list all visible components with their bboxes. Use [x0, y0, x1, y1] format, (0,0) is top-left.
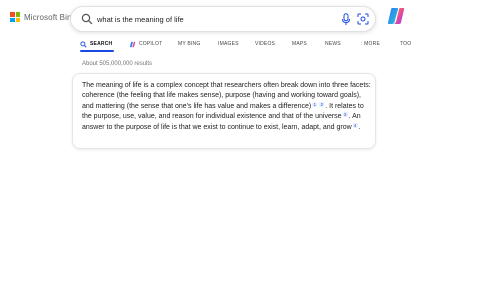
tab-maps[interactable]: MAPS: [292, 38, 307, 50]
answer-text: The meaning of life is a complex concept…: [82, 81, 372, 133]
search-icon[interactable]: [81, 13, 93, 25]
tab-label: TOO: [400, 41, 412, 47]
active-tab-indicator: [80, 50, 114, 52]
visual-search-icon[interactable]: [357, 13, 369, 25]
search-input[interactable]: [97, 11, 327, 27]
search-box: [70, 6, 376, 32]
result-count: About 505,000,000 results: [82, 61, 153, 67]
tab-search[interactable]: SEARCH: [80, 38, 112, 50]
search-icon: [80, 40, 87, 48]
tab-label: SEARCH: [90, 41, 113, 47]
microphone-icon[interactable]: [341, 13, 351, 26]
tab-label: NEWS: [325, 41, 341, 47]
copilot-logo-icon[interactable]: [386, 6, 406, 26]
citation-link[interactable]: 4: [352, 122, 358, 128]
tab-images[interactable]: IMAGES: [218, 38, 239, 50]
bing-logo[interactable]: Microsoft Bing: [10, 12, 77, 23]
answer-segment: .: [358, 123, 361, 131]
tab-label: COPILOT: [139, 41, 163, 47]
tab-my-bing[interactable]: MY BING: [178, 38, 200, 50]
tab-news[interactable]: NEWS: [325, 38, 341, 50]
tab-copilot[interactable]: COPILOT: [129, 38, 162, 50]
citation-link[interactable]: 2: [319, 101, 325, 107]
tab-label: : MORE: [361, 41, 380, 47]
brand-name: Microsoft Bing: [24, 12, 77, 22]
citation-link[interactable]: 1: [312, 101, 318, 107]
tab-label: IMAGES: [218, 41, 239, 47]
tab-label: MAPS: [292, 41, 307, 47]
search-tabs: SEARCH COPILOT MY BING IMAGES VIDEOS MAP…: [0, 38, 480, 52]
tab-more[interactable]: : MORE: [361, 38, 380, 50]
citation-link[interactable]: 3: [342, 112, 348, 118]
tab-label: VIDEOS: [255, 41, 276, 47]
microsoft-logo-icon: [10, 12, 21, 23]
tab-tools[interactable]: TOO: [400, 38, 411, 50]
tab-label: MY BING: [178, 41, 201, 47]
answer-card: The meaning of life is a complex concept…: [72, 73, 376, 149]
tab-videos[interactable]: VIDEOS: [255, 38, 275, 50]
copilot-icon: [129, 41, 136, 47]
